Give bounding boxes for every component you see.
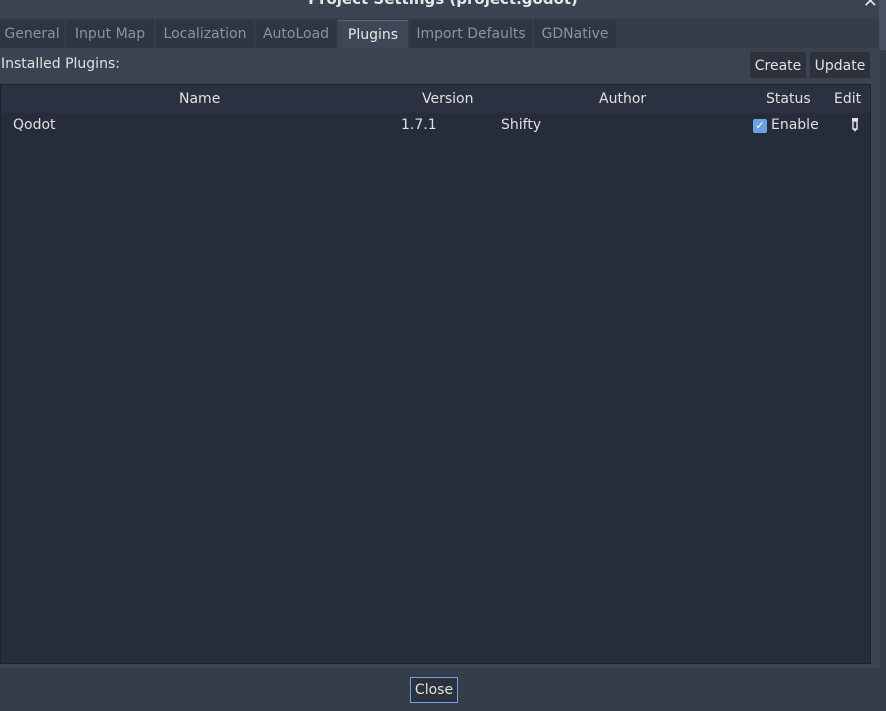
column-edit[interactable]: Edit xyxy=(834,91,861,107)
close-icon[interactable]: ✕ xyxy=(863,0,878,12)
installed-plugins-label: Installed Plugins: xyxy=(1,56,120,72)
close-button[interactable]: Close xyxy=(410,677,458,703)
table-header: Name Version Author Status Edit xyxy=(1,85,870,113)
window-title: Project Settings (project.godot) xyxy=(0,0,886,8)
column-status[interactable]: Status xyxy=(766,91,811,107)
plugin-version: 1.7.1 xyxy=(401,117,437,133)
column-name[interactable]: Name xyxy=(179,91,220,107)
checkbox-checked-icon[interactable]: ✓ xyxy=(753,119,767,133)
tab-plugins[interactable]: Plugins xyxy=(338,20,408,48)
update-button[interactable]: Update xyxy=(810,52,870,78)
tab-gdnative[interactable]: GDNative xyxy=(534,20,616,48)
window-titlebar: Project Settings (project.godot) ✕ xyxy=(0,0,886,18)
tab-general[interactable]: General xyxy=(0,20,64,48)
column-author[interactable]: Author xyxy=(599,91,646,107)
tab-input-map[interactable]: Input Map xyxy=(66,20,154,48)
tab-localization[interactable]: Localization xyxy=(156,20,254,48)
column-version[interactable]: Version xyxy=(422,91,473,107)
plugin-author: Shifty xyxy=(501,117,542,133)
tab-bar: General Input Map Localization AutoLoad … xyxy=(0,18,880,48)
plugin-name[interactable]: Qodot xyxy=(13,117,56,133)
pencil-icon[interactable] xyxy=(850,118,860,132)
plugins-table: Name Version Author Status Edit Qodot 1.… xyxy=(0,84,871,664)
window-scrollbar[interactable] xyxy=(879,0,886,50)
tab-import-defaults[interactable]: Import Defaults xyxy=(410,20,532,48)
tab-autoload[interactable]: AutoLoad xyxy=(256,20,336,48)
plugin-status-label[interactable]: Enable xyxy=(771,117,819,133)
create-button[interactable]: Create xyxy=(750,52,806,78)
